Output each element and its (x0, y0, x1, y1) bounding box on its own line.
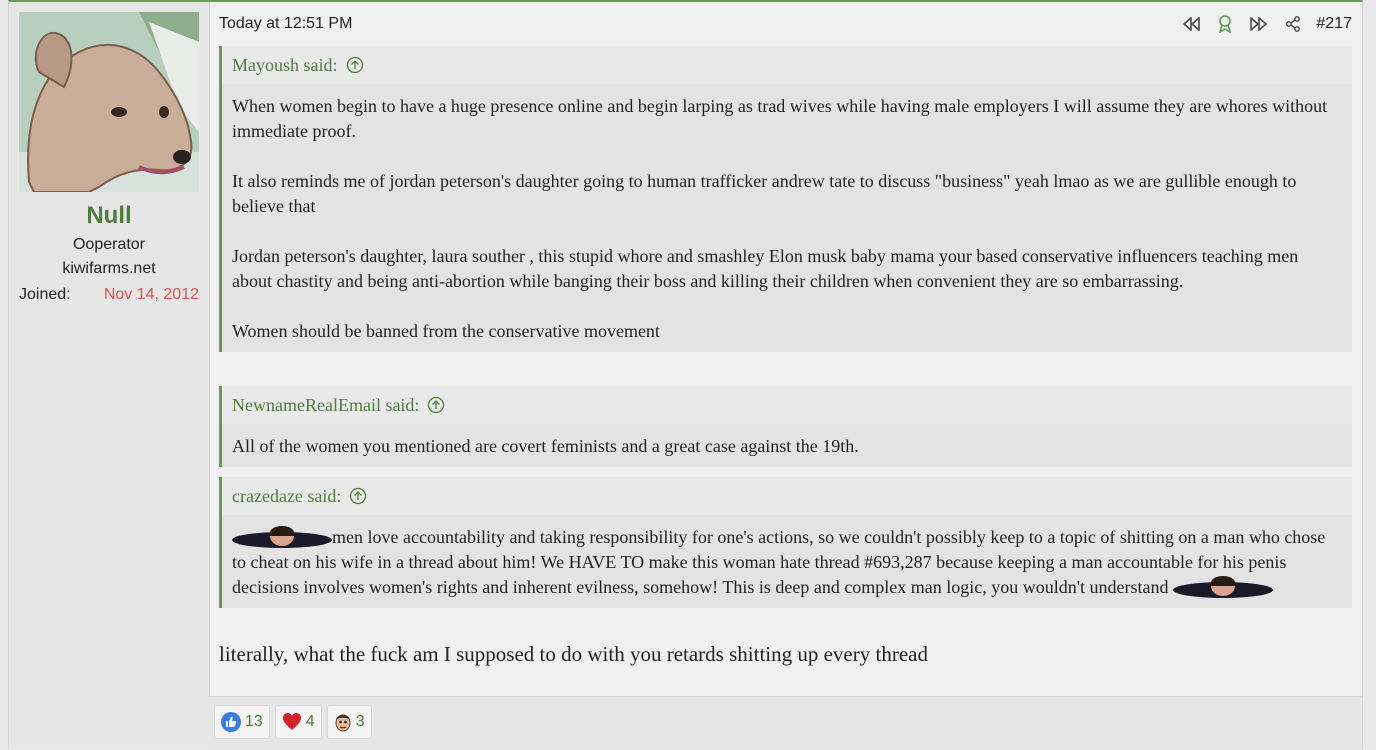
joined-date: Nov 14, 2012 (103, 286, 199, 303)
quote-body: All of the women you mentioned are cover… (222, 424, 1352, 467)
reaction-gif-image (1173, 576, 1274, 598)
thumbs-up-icon (221, 712, 241, 732)
user-sidebar: Null Ooperator kiwifarms.net Joined: Nov… (9, 2, 210, 749)
post-header: Today at 12:51 PM #217 (219, 12, 1352, 36)
quote-body: When women begin to have a huge presence… (222, 84, 1352, 352)
joined-label: Joined: (19, 286, 71, 303)
jump-up-icon[interactable] (346, 56, 364, 74)
quote-paragraph: Women should be banned from the conserva… (232, 321, 660, 341)
quote-text: men love accountability and taking respo… (232, 527, 1326, 597)
quote-block: crazedaze said: men love accountability … (219, 477, 1352, 608)
reaction-face[interactable]: 3 (326, 705, 372, 739)
post-body: literally, what the fuck am I supposed t… (219, 642, 928, 666)
reaction-count: 3 (355, 713, 365, 730)
reactions-bar: 13 4 3 (214, 705, 372, 739)
rewind-icon[interactable] (1178, 12, 1204, 36)
user-site: kiwifarms.net (62, 260, 156, 277)
reaction-gif-image (232, 526, 332, 548)
fast-forward-icon[interactable] (1246, 12, 1272, 36)
quote-author[interactable]: crazedaze said: (232, 486, 341, 507)
jump-up-icon[interactable] (349, 487, 367, 505)
quote-paragraph: Jordan peterson's daughter, laura southe… (232, 246, 1299, 291)
quote-paragraph: It also reminds me of jordan peterson's … (232, 171, 1297, 216)
quote-header: NewnameRealEmail said: (222, 386, 1352, 424)
user-title: Ooperator (72, 236, 146, 253)
reaction-like[interactable]: 13 (214, 705, 270, 739)
reaction-count: 4 (305, 713, 315, 730)
quote-block: NewnameRealEmail said: All of the women … (219, 386, 1352, 467)
quote-block: Mayoush said: When women begin to have a… (219, 46, 1352, 352)
reaction-count: 13 (245, 713, 263, 730)
post-footer: 13 4 3 (209, 696, 1362, 750)
quote-paragraph: When women begin to have a huge presence… (232, 96, 1328, 141)
quote-author[interactable]: NewnameRealEmail said: (232, 395, 419, 416)
post: Null Ooperator kiwifarms.net Joined: Nov… (8, 0, 1363, 750)
quote-header: crazedaze said: (222, 477, 1352, 515)
dog-avatar-image (19, 12, 199, 192)
post-content: Today at 12:51 PM #217 Mayoush said: Whe… (209, 2, 1362, 750)
post-timestamp[interactable]: Today at 12:51 PM (219, 15, 1170, 33)
joined-row: Joined: Nov 14, 2012 (19, 286, 199, 304)
quote-paragraph: men love accountability and taking respo… (232, 525, 1342, 600)
share-icon[interactable] (1280, 12, 1306, 36)
reaction-love[interactable]: 4 (274, 705, 322, 739)
quote-body: men love accountability and taking respo… (222, 515, 1352, 608)
username[interactable]: Null (9, 202, 209, 230)
avatar[interactable] (19, 12, 199, 192)
face-icon (335, 714, 351, 732)
award-icon[interactable] (1212, 12, 1238, 36)
quote-paragraph: All of the women you mentioned are cover… (232, 436, 859, 456)
post-number[interactable]: #217 (1316, 15, 1352, 33)
jump-up-icon[interactable] (427, 396, 445, 414)
heart-icon (282, 713, 301, 730)
quote-author[interactable]: Mayoush said: (232, 55, 338, 76)
quote-header: Mayoush said: (222, 46, 1352, 84)
